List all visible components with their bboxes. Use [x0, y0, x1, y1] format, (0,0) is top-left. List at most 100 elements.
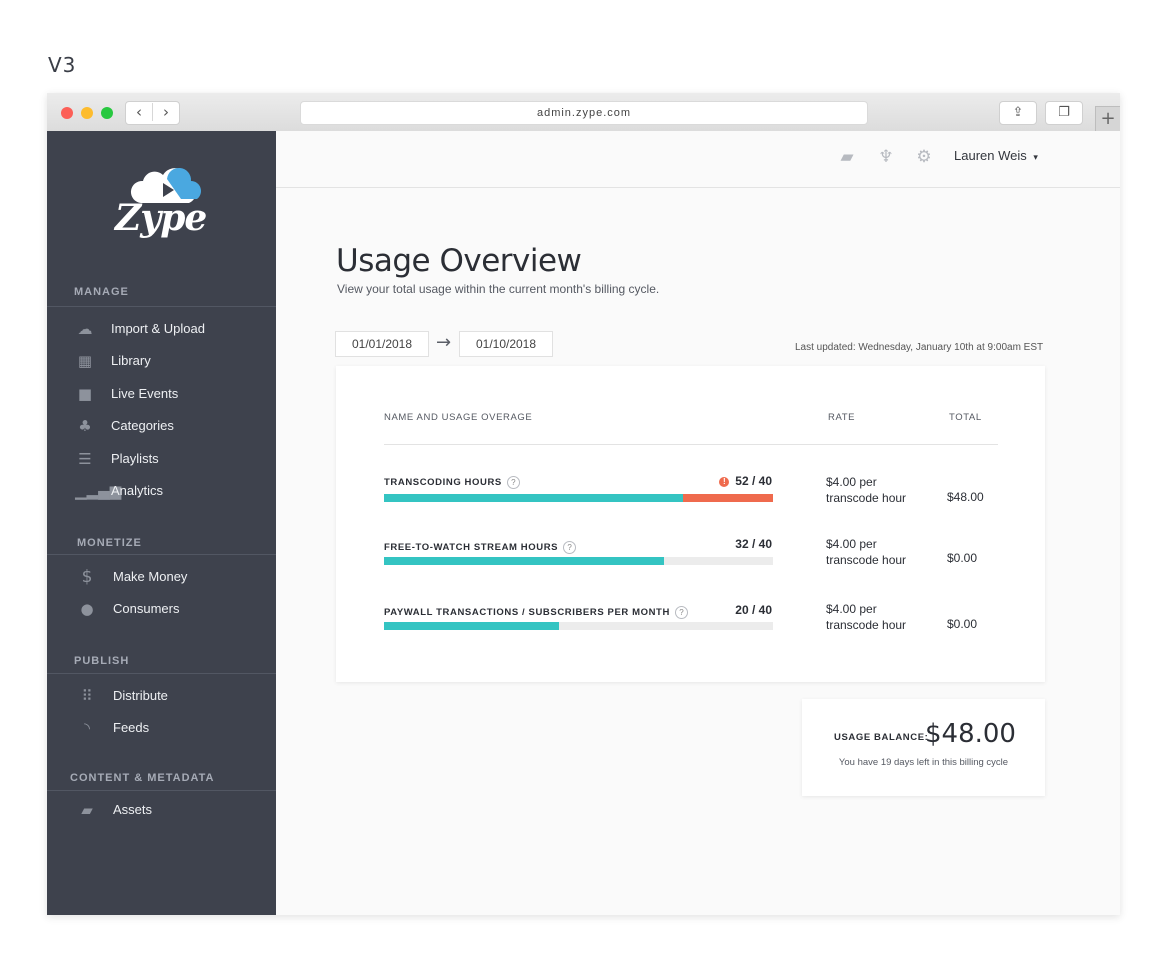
usage-row-value: ! 52 / 40	[716, 474, 772, 488]
sidebar-item-label: Feeds	[113, 720, 150, 735]
page-title: Usage Overview	[336, 243, 582, 279]
usage-row-rate: $4.00 per transcode hour	[826, 474, 906, 506]
chevron-down-icon: ▾	[1033, 153, 1038, 163]
browser-titlebar: ‹ › admin.zype.com ⇪ ❐ +	[47, 93, 1120, 132]
section-divider	[47, 306, 276, 307]
sidebar-item-assets[interactable]: ▰ Assets	[75, 798, 265, 822]
column-header-name: NAME AND USAGE OVERAGE	[384, 412, 533, 423]
section-divider	[47, 790, 276, 791]
user-icon: ●	[80, 600, 94, 618]
minimize-window-button[interactable]	[81, 107, 93, 119]
start-date-field[interactable]: 01/01/2018	[335, 331, 429, 357]
usage-row-value: 32 / 40	[735, 537, 772, 551]
usage-row-value-text: 52 / 40	[735, 474, 772, 488]
last-updated-text: Last updated: Wednesday, January 10th at…	[795, 342, 1044, 353]
usage-row-name: FREE-TO-WATCH STREAM HOURS?	[384, 541, 577, 554]
sidebar-item-label: Distribute	[113, 688, 168, 703]
header-divider	[384, 444, 998, 445]
section-divider	[47, 554, 276, 555]
address-bar[interactable]: admin.zype.com	[300, 101, 868, 125]
user-name: Lauren Weis	[954, 148, 1027, 163]
usage-balance-label: USAGE BALANCE:	[834, 732, 929, 743]
sidebar-item-feeds[interactable]: ◝ Feeds	[75, 716, 265, 740]
help-icon[interactable]: ?	[674, 606, 688, 619]
top-bar: ▰ ♆ ⚙ Lauren Weis ▾	[276, 131, 1120, 188]
trophy-icon[interactable]: ♆	[875, 146, 897, 168]
help-icon[interactable]: ?	[563, 541, 577, 554]
signal-bars-icon: ▁▂▄▆	[75, 482, 122, 500]
section-title-publish: PUBLISH	[74, 655, 130, 667]
cloud-upload-icon: ☁	[77, 320, 93, 338]
dollar-icon: $	[81, 567, 93, 587]
section-title-monetize: MONETIZE	[77, 537, 142, 549]
show-tabs-button[interactable]: ❐	[1045, 101, 1083, 125]
book-icon[interactable]: ▰	[836, 146, 858, 168]
forward-button[interactable]: ›	[153, 103, 179, 121]
sidebar-item-categories[interactable]: ♣ Categories	[75, 414, 265, 438]
usage-row-total: $0.00	[947, 551, 978, 565]
column-header-rate: RATE	[828, 412, 856, 423]
sidebar-item-label: Assets	[113, 802, 153, 817]
end-date-field[interactable]: 01/10/2018	[459, 331, 553, 357]
usage-bar	[384, 622, 773, 630]
sidebar: Zype MANAGE ☁ Import & Upload ▦ Library …	[47, 131, 276, 915]
arrow-right-icon: →	[436, 332, 452, 353]
usage-bar-fill	[384, 557, 665, 565]
page-subtitle: View your total usage within the current…	[337, 282, 660, 296]
sidebar-item-label: Playlists	[111, 451, 159, 466]
sidebar-item-make-money[interactable]: $ Make Money	[75, 565, 265, 589]
sitemap-icon: ♣	[78, 417, 92, 435]
version-label: V3	[48, 53, 77, 77]
sidebar-item-label: Library	[111, 353, 151, 368]
sidebar-item-live-events[interactable]: ■ Live Events	[75, 382, 265, 406]
usage-table-card: NAME AND USAGE OVERAGE RATE TOTAL TRANSC…	[336, 366, 1045, 682]
grid-icon: ⠿	[81, 687, 93, 705]
usage-balance-amount: $48.00	[925, 719, 1016, 749]
usage-bar	[384, 557, 773, 565]
billing-cycle-note: You have 19 days left in this billing cy…	[838, 757, 1009, 768]
sidebar-item-distribute[interactable]: ⠿ Distribute	[75, 684, 265, 708]
gears-icon[interactable]: ⚙	[913, 146, 935, 168]
video-camera-icon: ■	[77, 385, 93, 403]
sidebar-item-label: Categories	[111, 418, 174, 433]
back-button[interactable]: ‹	[126, 103, 153, 121]
section-divider	[47, 673, 276, 674]
usage-row-total: $0.00	[947, 617, 978, 631]
share-button[interactable]: ⇪	[999, 101, 1037, 125]
usage-row-name: TRANSCODING HOURS?	[384, 476, 520, 489]
usage-row-name-text: FREE-TO-WATCH STREAM HOURS	[384, 542, 559, 554]
usage-row-name-text: PAYWALL TRANSACTIONS / SUBSCRIBERS PER M…	[384, 607, 670, 619]
section-title-manage: MANAGE	[74, 286, 129, 298]
new-tab-button[interactable]: +	[1095, 106, 1120, 131]
usage-row-rate: $4.00 per transcode hour	[826, 536, 906, 568]
zype-logo[interactable]: Zype	[111, 167, 211, 247]
sidebar-item-library[interactable]: ▦ Library	[75, 349, 265, 373]
rss-icon: ◝	[84, 719, 90, 737]
sidebar-item-label: Analytics	[111, 483, 164, 498]
sidebar-item-label: Consumers	[113, 601, 180, 616]
sidebar-item-label: Import & Upload	[111, 321, 205, 336]
usage-row-total: $48.00	[947, 490, 984, 504]
sidebar-item-playlists[interactable]: ☰ Playlists	[75, 447, 265, 471]
maximize-window-button[interactable]	[101, 107, 113, 119]
close-window-button[interactable]	[61, 107, 73, 119]
column-header-total: TOTAL	[949, 412, 982, 423]
brand-name: Zype	[115, 197, 207, 239]
film-icon: ▦	[77, 352, 93, 370]
sidebar-item-analytics[interactable]: ▁▂▄▆ Analytics	[75, 479, 265, 503]
rate-line: $4.00 per	[826, 602, 877, 616]
history-nav: ‹ ›	[125, 101, 180, 125]
sidebar-item-consumers[interactable]: ● Consumers	[75, 597, 265, 621]
rate-unit: transcode hour	[826, 491, 907, 505]
usage-balance-card: USAGE BALANCE: $48.00 You have 19 days l…	[802, 699, 1045, 796]
rate-line: $4.00 per	[826, 537, 877, 551]
user-menu[interactable]: Lauren Weis ▾	[954, 148, 1038, 163]
browser-window: ‹ › admin.zype.com ⇪ ❐ + Zype MANAGE ☁ I…	[47, 93, 1120, 915]
usage-row-value: 20 / 40	[735, 603, 772, 617]
usage-bar-overage	[683, 494, 773, 502]
warning-icon: !	[719, 476, 730, 487]
help-icon[interactable]: ?	[506, 476, 520, 489]
usage-row-rate: $4.00 per transcode hour	[826, 601, 906, 633]
sidebar-item-import-upload[interactable]: ☁ Import & Upload	[75, 317, 265, 341]
usage-bar-fill	[384, 494, 684, 502]
